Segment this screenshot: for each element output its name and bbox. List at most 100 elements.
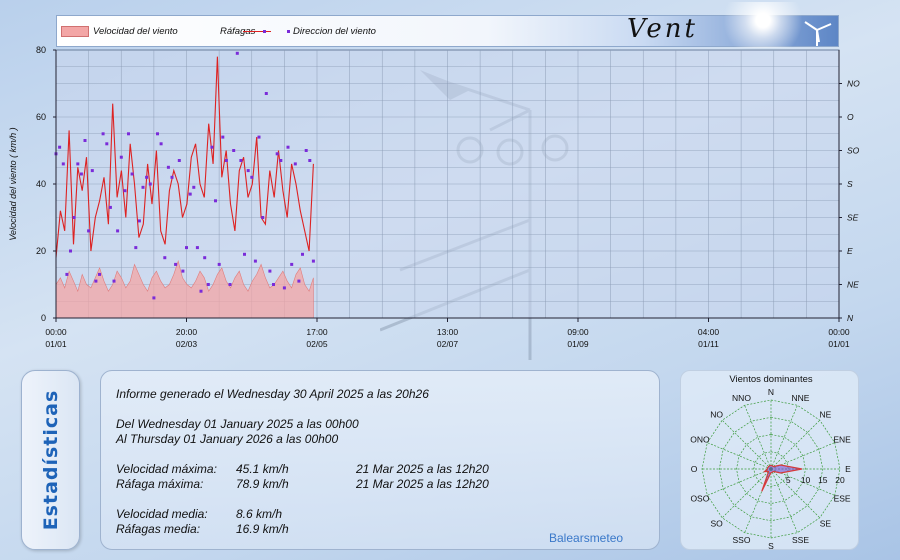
direccion-point [297,279,301,283]
stat-label-raf-max: Ráfaga máxima: [116,477,204,491]
x-tick-time: 13:00 [437,327,459,337]
direccion-point [108,205,112,209]
direccion-point [58,145,62,149]
direccion-point [185,246,188,250]
rose-area [761,464,803,492]
direccion-point [279,159,283,162]
rose-direction-label: SSE [792,535,809,545]
direccion-point [94,279,98,283]
direccion-point [268,269,272,273]
direccion-point [257,135,261,139]
direccion-point [170,175,174,179]
direccion-point [130,172,134,176]
direccion-point [235,51,239,55]
direccion-point [105,142,109,146]
direccion-point [290,262,294,266]
stat-value-vel-media: 8.6 km/h [236,507,283,521]
rose-direction-label: N [768,387,774,397]
direccion-point [214,199,217,203]
direccion-point [159,142,163,146]
direccion-point [217,262,221,266]
stats-tab[interactable]: Estadísticas [21,370,80,550]
rose-direction-label: SO [710,518,723,528]
stat-label-vel-max: Velocidad máxima: [116,462,217,476]
direccion-point [83,139,87,142]
rose-direction-label: NE [819,410,831,420]
direccion-point [163,256,167,260]
wind-rose-panel: Vientos dominantes N NNE NE ENE E ESE SE SSE S SS… [680,370,859,551]
direccion-point [246,169,250,173]
direccion-point [156,132,159,136]
report-generated-line: Informe generado el Wednesday 30 April 2… [116,387,429,401]
wind-rose-chart: Vientos dominantes N NNE NE ENE E ESE SE SSE S SS… [690,374,851,551]
rose-spoke [744,405,772,470]
x-tick-date: 02/07 [437,339,459,349]
direccion-point [301,252,304,256]
stat-value-raf-media: 16.9 km/h [236,522,289,536]
y2-tick-label: O [847,112,854,122]
stat-value-raf-max: 78.9 km/h [236,477,289,491]
wind-rose-title: Vientos dominantes [729,374,813,385]
direccion-point [101,132,105,136]
stat-label-vel-media: Velocidad media: [116,507,208,521]
direccion-point [76,162,80,166]
rose-direction-label: ENE [833,435,851,445]
direccion-point [137,219,141,223]
direccion-point [192,185,196,189]
direccion-point [282,286,286,290]
direccion-point [203,256,207,260]
direccion-point [188,192,192,196]
y2-tick-label: N [847,313,854,323]
x-tick-time: 09:00 [567,327,589,337]
rose-ring-label: 10 [801,475,811,485]
stats-panel: Informe generado el Wednesday 30 April 2… [100,370,660,550]
rose-direction-label: ESE [834,494,851,504]
direccion-point [228,283,232,286]
rose-direction-label: OSO [690,494,709,504]
x-axis: 00:00 01/01 20:00 02/03 17:00 02/05 13:00 02/07… [45,317,850,349]
direccion-point [145,175,149,179]
direccion-point [261,216,265,219]
direccion-point [79,172,83,176]
direccion-point [69,249,72,253]
y2-tick-label: S [847,179,853,189]
y-tick-label: 80 [36,45,46,55]
x-tick-time: 04:00 [698,327,720,337]
rose-direction-label: SSO [733,535,751,545]
direccion-point [232,149,236,152]
direccion-point [293,162,297,166]
rose-spoke [721,419,772,470]
y-tick-label: 20 [36,246,46,256]
direccion-point [264,92,268,95]
x-tick-time: 17:00 [306,327,328,337]
period-to-line: Al Thursday 01 January 2026 a las 00h00 [116,432,339,446]
x-tick-time: 20:00 [176,327,198,337]
wind-rose-series [761,464,803,492]
direccion-point [308,159,312,162]
direccion-point [98,272,101,276]
y2-tick-label: E [847,246,853,256]
direccion-point [286,145,290,149]
stat-label-raf-media: Ráfagas media: [116,522,201,536]
direccion-point [206,283,210,286]
direccion-point [90,169,94,173]
y-tick-label: 0 [41,313,46,323]
stat-when-raf-max: 21 Mar 2025 a las 12h20 [356,477,489,491]
rose-direction-label: S [768,541,774,551]
direccion-point [112,279,116,283]
x-tick-date: 02/05 [306,339,328,349]
direccion-point [221,135,225,139]
direccion-point [72,216,76,219]
rose-direction-label: ONO [690,435,710,445]
stats-tab-label: Estadísticas [39,389,62,531]
direccion-point [119,155,123,159]
y2-tick-label: SE [847,213,859,223]
rose-ring-label: 20 [835,475,845,485]
direccion-point [275,152,279,156]
direccion-point [123,189,127,193]
y-tick-label: 60 [36,112,46,122]
direccion-point [61,162,65,166]
direccion-point [148,182,152,186]
rose-direction-label: O [691,464,698,474]
direccion-point [181,269,185,273]
